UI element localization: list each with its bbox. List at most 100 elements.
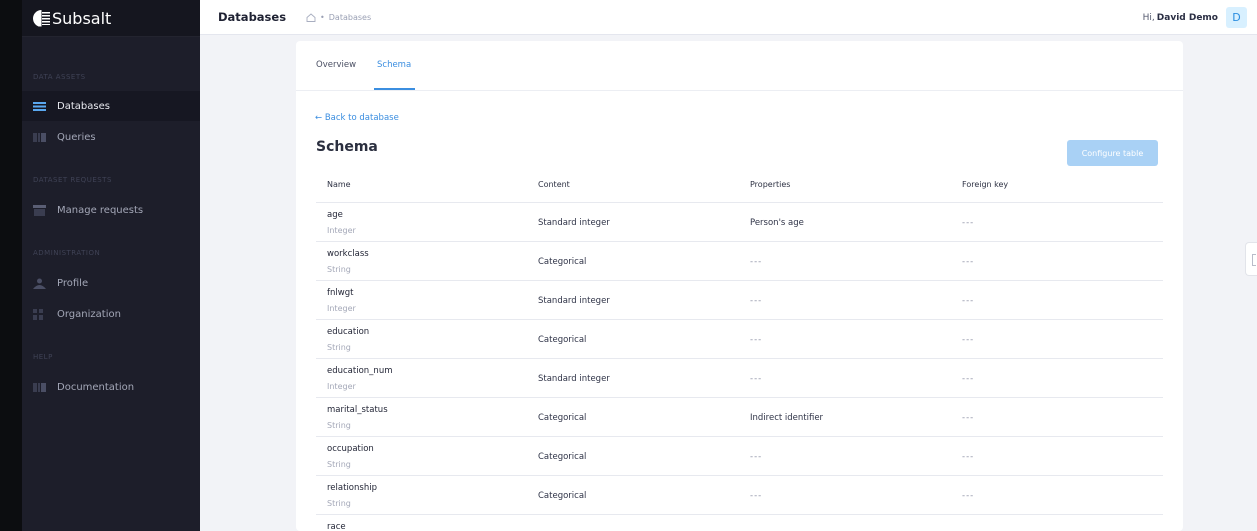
field-name: education_num (327, 366, 393, 376)
schema-heading: Schema (316, 139, 378, 155)
field-type: Integer (327, 226, 356, 235)
table-row[interactable]: workclass String Categorical --- --- (316, 242, 1163, 281)
schema-card: Overview Schema ← Back to database Schem… (296, 41, 1183, 531)
field-properties: --- (750, 452, 763, 462)
side-panel-toggle[interactable] (1245, 242, 1257, 276)
sidebar-section-administration: ADMINISTRATION (33, 249, 101, 257)
table-row[interactable]: age Integer Standard integer Person's ag… (316, 203, 1163, 242)
profile-icon (33, 278, 46, 289)
top-bar: Databases • Databases Hi, David Demo D (200, 0, 1257, 35)
field-properties: --- (750, 257, 763, 267)
user-name: David Demo (1156, 12, 1218, 23)
sidebar-item-label: Databases (57, 100, 110, 112)
breadcrumb: • Databases (306, 13, 371, 22)
field-name: occupation (327, 444, 374, 454)
table-row[interactable]: fnlwgt Integer Standard integer --- --- (316, 281, 1163, 320)
sidebar-item-organization[interactable]: Organization (22, 299, 200, 329)
field-foreign-key: --- (962, 374, 975, 384)
user-menu[interactable]: Hi, David Demo D (1143, 7, 1247, 28)
column-header-name: Name (327, 180, 351, 189)
queries-icon (33, 132, 46, 143)
home-icon[interactable] (306, 12, 316, 22)
field-foreign-key: --- (962, 296, 975, 306)
field-type: Integer (327, 304, 356, 313)
sidebar-item-profile[interactable]: Profile (22, 268, 200, 298)
window-edge (0, 0, 22, 531)
tab-schema[interactable]: Schema (377, 60, 411, 70)
field-content: Standard integer (538, 374, 610, 384)
table-row[interactable]: education_num Integer Standard integer -… (316, 359, 1163, 398)
field-properties: Person's age (750, 218, 804, 228)
field-properties: --- (750, 335, 763, 345)
column-header-properties: Properties (750, 180, 791, 189)
sidebar-item-databases[interactable]: Databases (22, 91, 200, 121)
field-type: Integer (327, 382, 356, 391)
field-type: String (327, 499, 351, 508)
app-logo[interactable]: Subsalt (22, 0, 200, 37)
database-icon (33, 101, 46, 112)
table-row[interactable]: race (316, 515, 1163, 531)
avatar[interactable]: D (1226, 7, 1247, 28)
subsalt-logo-icon (33, 9, 50, 27)
sidebar-section-help: HELP (33, 353, 53, 361)
field-foreign-key: --- (962, 452, 975, 462)
sidebar-item-label: Queries (57, 131, 96, 143)
requests-icon (33, 204, 46, 216)
tab-overview[interactable]: Overview (316, 60, 356, 70)
table-row[interactable]: education String Categorical --- --- (316, 320, 1163, 359)
sidebar-item-documentation[interactable]: Documentation (22, 372, 200, 402)
field-foreign-key: --- (962, 491, 975, 501)
field-name: relationship (327, 483, 377, 493)
breadcrumb-databases[interactable]: Databases (329, 13, 371, 22)
sidebar-item-queries[interactable]: Queries (22, 122, 200, 152)
field-content: Categorical (538, 491, 587, 501)
greeting-text: Hi, (1142, 12, 1155, 23)
table-row[interactable]: occupation String Categorical --- --- (316, 437, 1163, 476)
back-to-database-link[interactable]: ← Back to database (315, 113, 399, 123)
field-name: fnlwgt (327, 288, 354, 298)
field-foreign-key: --- (962, 335, 975, 345)
sidebar-section-data-assets: DATA ASSETS (33, 73, 86, 81)
table-header: Name Content Properties Foreign key (316, 178, 1163, 203)
column-header-content: Content (538, 180, 570, 189)
field-content: Standard integer (538, 296, 610, 306)
sidebar: Subsalt DATA ASSETS Databases Queries DA… (22, 0, 200, 531)
field-name: marital_status (327, 405, 388, 415)
field-properties: --- (750, 374, 763, 384)
active-tab-indicator (374, 88, 415, 90)
organization-icon (33, 308, 46, 320)
field-name: workclass (327, 249, 369, 259)
field-name: education (327, 327, 370, 337)
field-type: String (327, 343, 351, 352)
field-type: String (327, 265, 351, 274)
column-header-foreign-key: Foreign key (962, 180, 1009, 189)
field-content: Standard integer (538, 218, 610, 228)
sidebar-item-label: Organization (57, 308, 121, 320)
field-foreign-key: --- (962, 257, 975, 267)
field-type: String (327, 460, 351, 469)
table-row[interactable]: marital_status String Categorical Indire… (316, 398, 1163, 437)
field-properties: Indirect identifier (750, 413, 824, 423)
field-foreign-key: --- (962, 218, 975, 228)
field-name: race (327, 522, 346, 531)
page-title: Databases (218, 10, 287, 24)
configure-table-button[interactable]: Configure table (1067, 140, 1158, 166)
breadcrumb-separator: • (320, 12, 325, 22)
field-content: Categorical (538, 257, 587, 267)
field-type: String (327, 421, 351, 430)
tab-bar: Overview Schema (296, 41, 1183, 91)
sidebar-section-dataset-requests: DATASET REQUESTS (33, 176, 112, 184)
documentation-icon (33, 382, 46, 393)
field-content: Categorical (538, 452, 587, 462)
field-content: Categorical (538, 413, 587, 423)
table-row[interactable]: relationship String Categorical --- --- (316, 476, 1163, 515)
app-name: Subsalt (52, 8, 112, 28)
field-foreign-key: --- (962, 413, 975, 423)
sidebar-item-label: Manage requests (57, 204, 144, 216)
field-properties: --- (750, 491, 763, 501)
sidebar-item-manage-requests[interactable]: Manage requests (22, 195, 200, 225)
field-content: Categorical (538, 335, 587, 345)
field-name: age (327, 210, 343, 220)
field-properties: --- (750, 296, 763, 306)
sidebar-item-label: Documentation (57, 381, 135, 393)
